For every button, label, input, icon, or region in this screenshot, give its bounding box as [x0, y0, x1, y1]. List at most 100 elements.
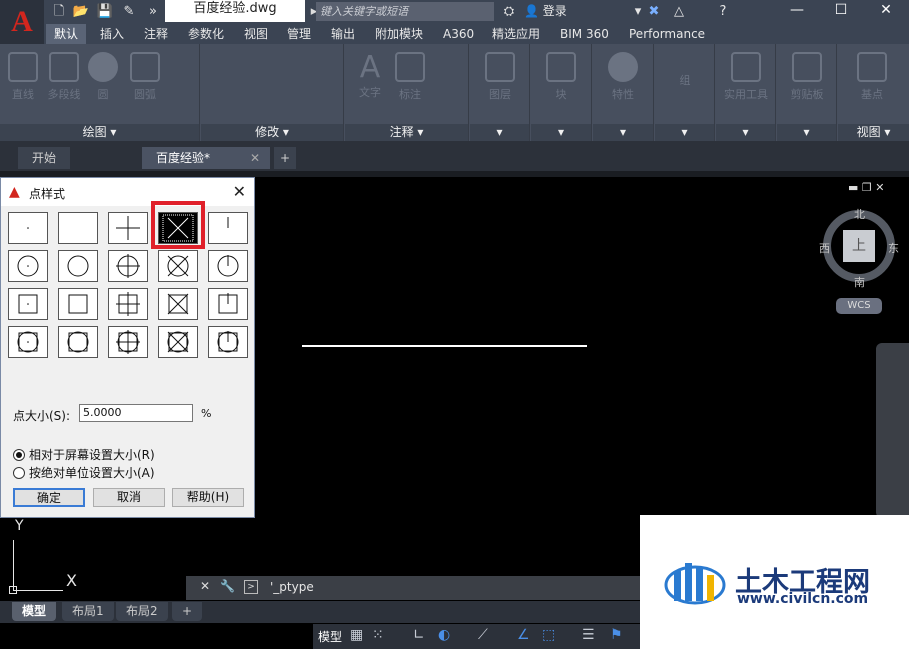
clipboard-tool[interactable]: 剪贴板 [783, 52, 831, 102]
login-button[interactable]: 👤 登录 [524, 2, 567, 21]
radio-absolute-dot[interactable] [13, 466, 25, 479]
compass-north[interactable]: 北 [854, 206, 865, 222]
tab-drawing[interactable]: 百度经验* ✕ [142, 147, 270, 169]
tab-performance[interactable]: Performance [621, 24, 713, 44]
ortho-icon[interactable]: ∟ [413, 627, 425, 643]
open-file-icon[interactable]: 📂 [72, 3, 90, 21]
save-icon[interactable]: 💾 [96, 3, 114, 21]
point-style-blank[interactable] [58, 212, 98, 244]
tab-start[interactable]: 开始 [18, 147, 71, 169]
wcs-menu[interactable]: WCS [836, 298, 882, 314]
groups-panel-dropdown[interactable]: ▾ [655, 124, 714, 141]
tab-parametric[interactable]: 参数化 [180, 24, 232, 44]
radio-absolute[interactable]: 按绝对单位设置大小(A) [13, 464, 155, 481]
prompt-icon[interactable]: > [244, 580, 258, 594]
a360-icon[interactable]: △ [670, 3, 688, 21]
polyline-tool[interactable]: 多段线 [44, 52, 84, 102]
more-quick-access-icon[interactable]: » [144, 3, 162, 21]
arc-tool[interactable]: 圆弧 [130, 52, 160, 102]
wrench-icon[interactable]: 🔧 [220, 579, 235, 593]
compass-west[interactable]: 西 [819, 240, 830, 256]
point-style-tick-circle[interactable] [208, 250, 248, 282]
close-button[interactable]: ✕ [864, 0, 908, 22]
modify-panel-label[interactable]: 修改 ▾ [201, 124, 343, 141]
point-style-blank-square[interactable] [58, 288, 98, 320]
tab-bim360[interactable]: BIM 360 [552, 24, 617, 44]
clipboard-panel-dropdown[interactable]: ▾ [777, 124, 836, 141]
compass-south[interactable]: 南 [854, 274, 865, 290]
point-style-tick-square[interactable] [208, 288, 248, 320]
point-style-cross-square[interactable] [158, 288, 198, 320]
minimize-button[interactable]: — [775, 0, 819, 22]
grid-icon[interactable]: ▦ [350, 627, 363, 643]
point-style-plus-circle[interactable] [108, 250, 148, 282]
point-style-dot-square[interactable] [8, 288, 48, 320]
add-layout-button[interactable]: + [172, 602, 203, 621]
binoculars-icon[interactable]: ⛭ [500, 3, 518, 21]
tab-layout2[interactable]: 布局2 [116, 602, 168, 621]
point-style-blank-both[interactable] [58, 326, 98, 358]
tab-layout1[interactable]: 布局1 [62, 602, 114, 621]
navigation-bar[interactable] [876, 343, 909, 518]
cancel-button[interactable]: 取消 [93, 488, 165, 507]
point-style-dot-circle[interactable] [8, 250, 48, 282]
tab-model[interactable]: 模型 [12, 602, 57, 621]
layers-tool[interactable]: 图层 [482, 52, 518, 102]
properties-tool[interactable]: 特性 [605, 52, 641, 102]
tab-featured-apps[interactable]: 精选应用 [484, 24, 548, 44]
point-style-blank-circle[interactable] [58, 250, 98, 282]
viewport-controls[interactable]: ▬ ❐ ✕ [848, 181, 884, 194]
maximize-button[interactable]: ☐ [819, 0, 863, 22]
point-style-tick-both[interactable] [208, 326, 248, 358]
tab-default[interactable]: 默认 [46, 24, 87, 44]
point-style-plus[interactable] [108, 212, 148, 244]
point-style-dot[interactable] [8, 212, 48, 244]
command-line-text[interactable]: '_ptype [270, 580, 314, 594]
osnap-icon[interactable]: ⟋ [478, 627, 488, 643]
new-tab-button[interactable]: + [274, 147, 297, 169]
draw-panel-label[interactable]: 绘图 ▾ [0, 124, 199, 141]
tab-insert[interactable]: 插入 [92, 24, 132, 44]
application-menu-button[interactable]: A [0, 0, 44, 44]
dimension-tool[interactable]: 标注 [395, 52, 425, 102]
utilities-panel-dropdown[interactable]: ▾ [716, 124, 775, 141]
tab-annotate[interactable]: 注释 [136, 24, 176, 44]
circle-tool[interactable]: 圆 [88, 52, 118, 102]
status-model-space[interactable]: 模型 [318, 628, 342, 645]
close-command-icon[interactable]: ✕ [200, 579, 210, 593]
point-style-plus-square[interactable] [108, 288, 148, 320]
base-tool[interactable]: 基点 [854, 52, 890, 102]
search-input[interactable]: 键入关键字或短语 [316, 2, 494, 21]
line-tool[interactable]: 直线 [8, 52, 38, 102]
view-panel-label[interactable]: 视图 ▾ [838, 124, 909, 141]
snap-icon[interactable]: ⁙ [372, 627, 384, 643]
point-style-cross[interactable] [158, 212, 198, 244]
annotation-visibility-icon[interactable]: ⚑ [610, 627, 623, 643]
block-panel-dropdown[interactable]: ▾ [531, 124, 591, 141]
tab-addins[interactable]: 附加模块 [367, 24, 431, 44]
exchange-icon[interactable]: ✖ [645, 3, 663, 21]
ok-button[interactable]: 确定 [13, 488, 85, 507]
group-tool[interactable]: 组 [673, 52, 697, 88]
help-icon[interactable]: ? [714, 3, 732, 21]
help-button[interactable]: 帮助(H) [172, 488, 244, 507]
viewcube-top-face[interactable]: 上 [843, 230, 875, 262]
layers-panel-dropdown[interactable]: ▾ [470, 124, 529, 141]
command-line[interactable]: ✕ 🔧 > [186, 576, 640, 600]
polar-icon[interactable]: ◐ [438, 627, 450, 643]
point-style-cross-circle[interactable] [158, 250, 198, 282]
point-size-input[interactable]: 5.0000 [79, 404, 193, 422]
radio-relative[interactable]: 相对于屏幕设置大小(R) [13, 446, 155, 463]
dialog-close-button[interactable]: ✕ [233, 182, 246, 201]
tab-manage[interactable]: 管理 [279, 24, 319, 44]
tab-output[interactable]: 输出 [323, 24, 363, 44]
close-tab-icon[interactable]: ✕ [250, 147, 260, 169]
point-style-plus-both[interactable] [108, 326, 148, 358]
otrack-icon[interactable]: ∠ [517, 627, 530, 643]
point-style-cross-both[interactable] [158, 326, 198, 358]
tab-view[interactable]: 视图 [236, 24, 276, 44]
tab-a360[interactable]: A360 [435, 24, 482, 44]
block-tool[interactable]: 块 [545, 52, 577, 102]
lineweight-icon[interactable]: ☰ [582, 627, 595, 643]
drawn-line[interactable] [302, 345, 587, 347]
